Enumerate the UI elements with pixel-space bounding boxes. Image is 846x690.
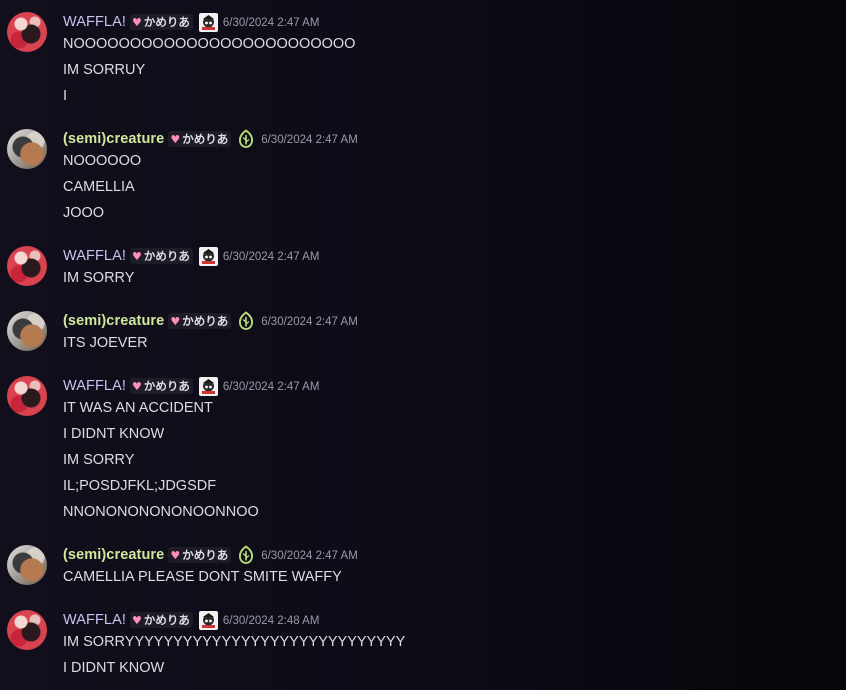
message-line: IM SORRYYYYYYYYYYYYYYYYYYYYYYYYYYYYY — [63, 634, 406, 650]
message-line: IM SORRY — [63, 270, 135, 286]
message-line: ITS JOEVER — [63, 335, 148, 351]
server-tag[interactable]: ♥ かめりあ — [168, 131, 232, 147]
timestamp[interactable]: 6/30/2024 2:47 AM — [261, 548, 358, 562]
message-header: (semi)creature ♥ かめりあ 6/30/2024 2:47 AM — [63, 545, 358, 565]
server-tag-label: かめりあ — [182, 314, 229, 328]
message-line: I DIDNT KNOW — [63, 660, 165, 676]
timestamp[interactable]: 6/30/2024 2:47 AM — [261, 132, 358, 146]
anime-character-role-icon[interactable] — [198, 12, 218, 32]
heart-icon: ♥ — [170, 132, 181, 146]
message-line: IT WAS AN ACCIDENT — [63, 400, 213, 416]
avatar[interactable] — [7, 376, 47, 416]
message-line: CAMELLIA — [63, 179, 135, 195]
message-header: WAFFLA! ♥ かめりあ 6/30/2024 2:48 AM — [63, 610, 319, 630]
timestamp[interactable]: 6/30/2024 2:48 AM — [223, 613, 320, 627]
server-tag-label: かめりあ — [143, 15, 190, 29]
timestamp[interactable]: 6/30/2024 2:47 AM — [223, 15, 320, 29]
avatar[interactable] — [7, 545, 47, 585]
server-tag[interactable]: ♥ かめりあ — [130, 14, 193, 30]
heart-icon: ♥ — [132, 249, 142, 263]
server-tag-label: かめりあ — [182, 132, 229, 146]
anime-character-role-icon[interactable] — [198, 376, 218, 396]
message-line: IL;POSDJFKL;JDGSDF — [63, 478, 217, 494]
message-line: NOOOOOO — [63, 153, 142, 169]
username[interactable]: WAFFLA! — [63, 248, 126, 264]
message-line: NNONONONONONOONNOO — [63, 504, 259, 520]
leaf-role-icon[interactable] — [236, 129, 256, 149]
timestamp[interactable]: 6/30/2024 2:47 AM — [223, 249, 320, 263]
leaf-role-icon[interactable] — [236, 311, 256, 331]
username[interactable]: WAFFLA! — [63, 14, 126, 30]
message-line: JOOO — [63, 205, 105, 221]
chat-message-list: WAFFLA! ♥ かめりあ 6/30/2024 2:47 AM NOOOOOOO… — [0, 0, 846, 690]
username[interactable]: (semi)creature — [63, 547, 164, 563]
server-tag[interactable]: ♥ かめりあ — [168, 313, 232, 329]
heart-icon: ♥ — [170, 314, 181, 328]
server-tag[interactable]: ♥ かめりあ — [130, 248, 193, 264]
heart-icon: ♥ — [132, 379, 142, 393]
username[interactable]: (semi)creature — [63, 131, 164, 147]
heart-icon: ♥ — [132, 613, 142, 627]
heart-icon: ♥ — [170, 548, 181, 562]
avatar[interactable] — [7, 129, 47, 169]
timestamp[interactable]: 6/30/2024 2:47 AM — [261, 314, 358, 328]
message-header: (semi)creature ♥ かめりあ 6/30/2024 2:47 AM — [63, 129, 358, 149]
username[interactable]: (semi)creature — [63, 313, 164, 329]
server-tag-label: かめりあ — [143, 249, 190, 263]
message-header: (semi)creature ♥ かめりあ 6/30/2024 2:47 AM — [63, 311, 358, 331]
message-header: WAFFLA! ♥ かめりあ 6/30/2024 2:47 AM — [63, 12, 319, 32]
message-header: WAFFLA! ♥ かめりあ 6/30/2024 2:47 AM — [63, 376, 319, 396]
anime-character-role-icon[interactable] — [198, 610, 218, 630]
username[interactable]: WAFFLA! — [63, 378, 126, 394]
server-tag-label: かめりあ — [143, 613, 190, 627]
message-line: I — [63, 88, 68, 104]
server-tag-label: かめりあ — [143, 379, 190, 393]
server-tag[interactable]: ♥ かめりあ — [130, 612, 193, 628]
heart-icon: ♥ — [132, 15, 142, 29]
server-tag-label: かめりあ — [182, 548, 229, 562]
message-line: IM SORRUY — [63, 62, 146, 78]
message-line: NOOOOOOOOOOOOOOOOOOOOOOOOO — [63, 36, 356, 52]
leaf-role-icon[interactable] — [236, 545, 256, 565]
avatar[interactable] — [7, 246, 47, 286]
message-line: IM SORRY — [63, 452, 135, 468]
anime-character-role-icon[interactable] — [198, 246, 218, 266]
server-tag[interactable]: ♥ かめりあ — [130, 378, 193, 394]
avatar[interactable] — [7, 610, 47, 650]
avatar[interactable] — [7, 12, 47, 52]
username[interactable]: WAFFLA! — [63, 612, 126, 628]
message-line: CAMELLIA PLEASE DONT SMITE WAFFY — [63, 569, 342, 585]
message-header: WAFFLA! ♥ かめりあ 6/30/2024 2:47 AM — [63, 246, 319, 266]
server-tag[interactable]: ♥ かめりあ — [168, 547, 232, 563]
message-line: I DIDNT KNOW — [63, 426, 165, 442]
timestamp[interactable]: 6/30/2024 2:47 AM — [223, 379, 320, 393]
avatar[interactable] — [7, 311, 47, 351]
